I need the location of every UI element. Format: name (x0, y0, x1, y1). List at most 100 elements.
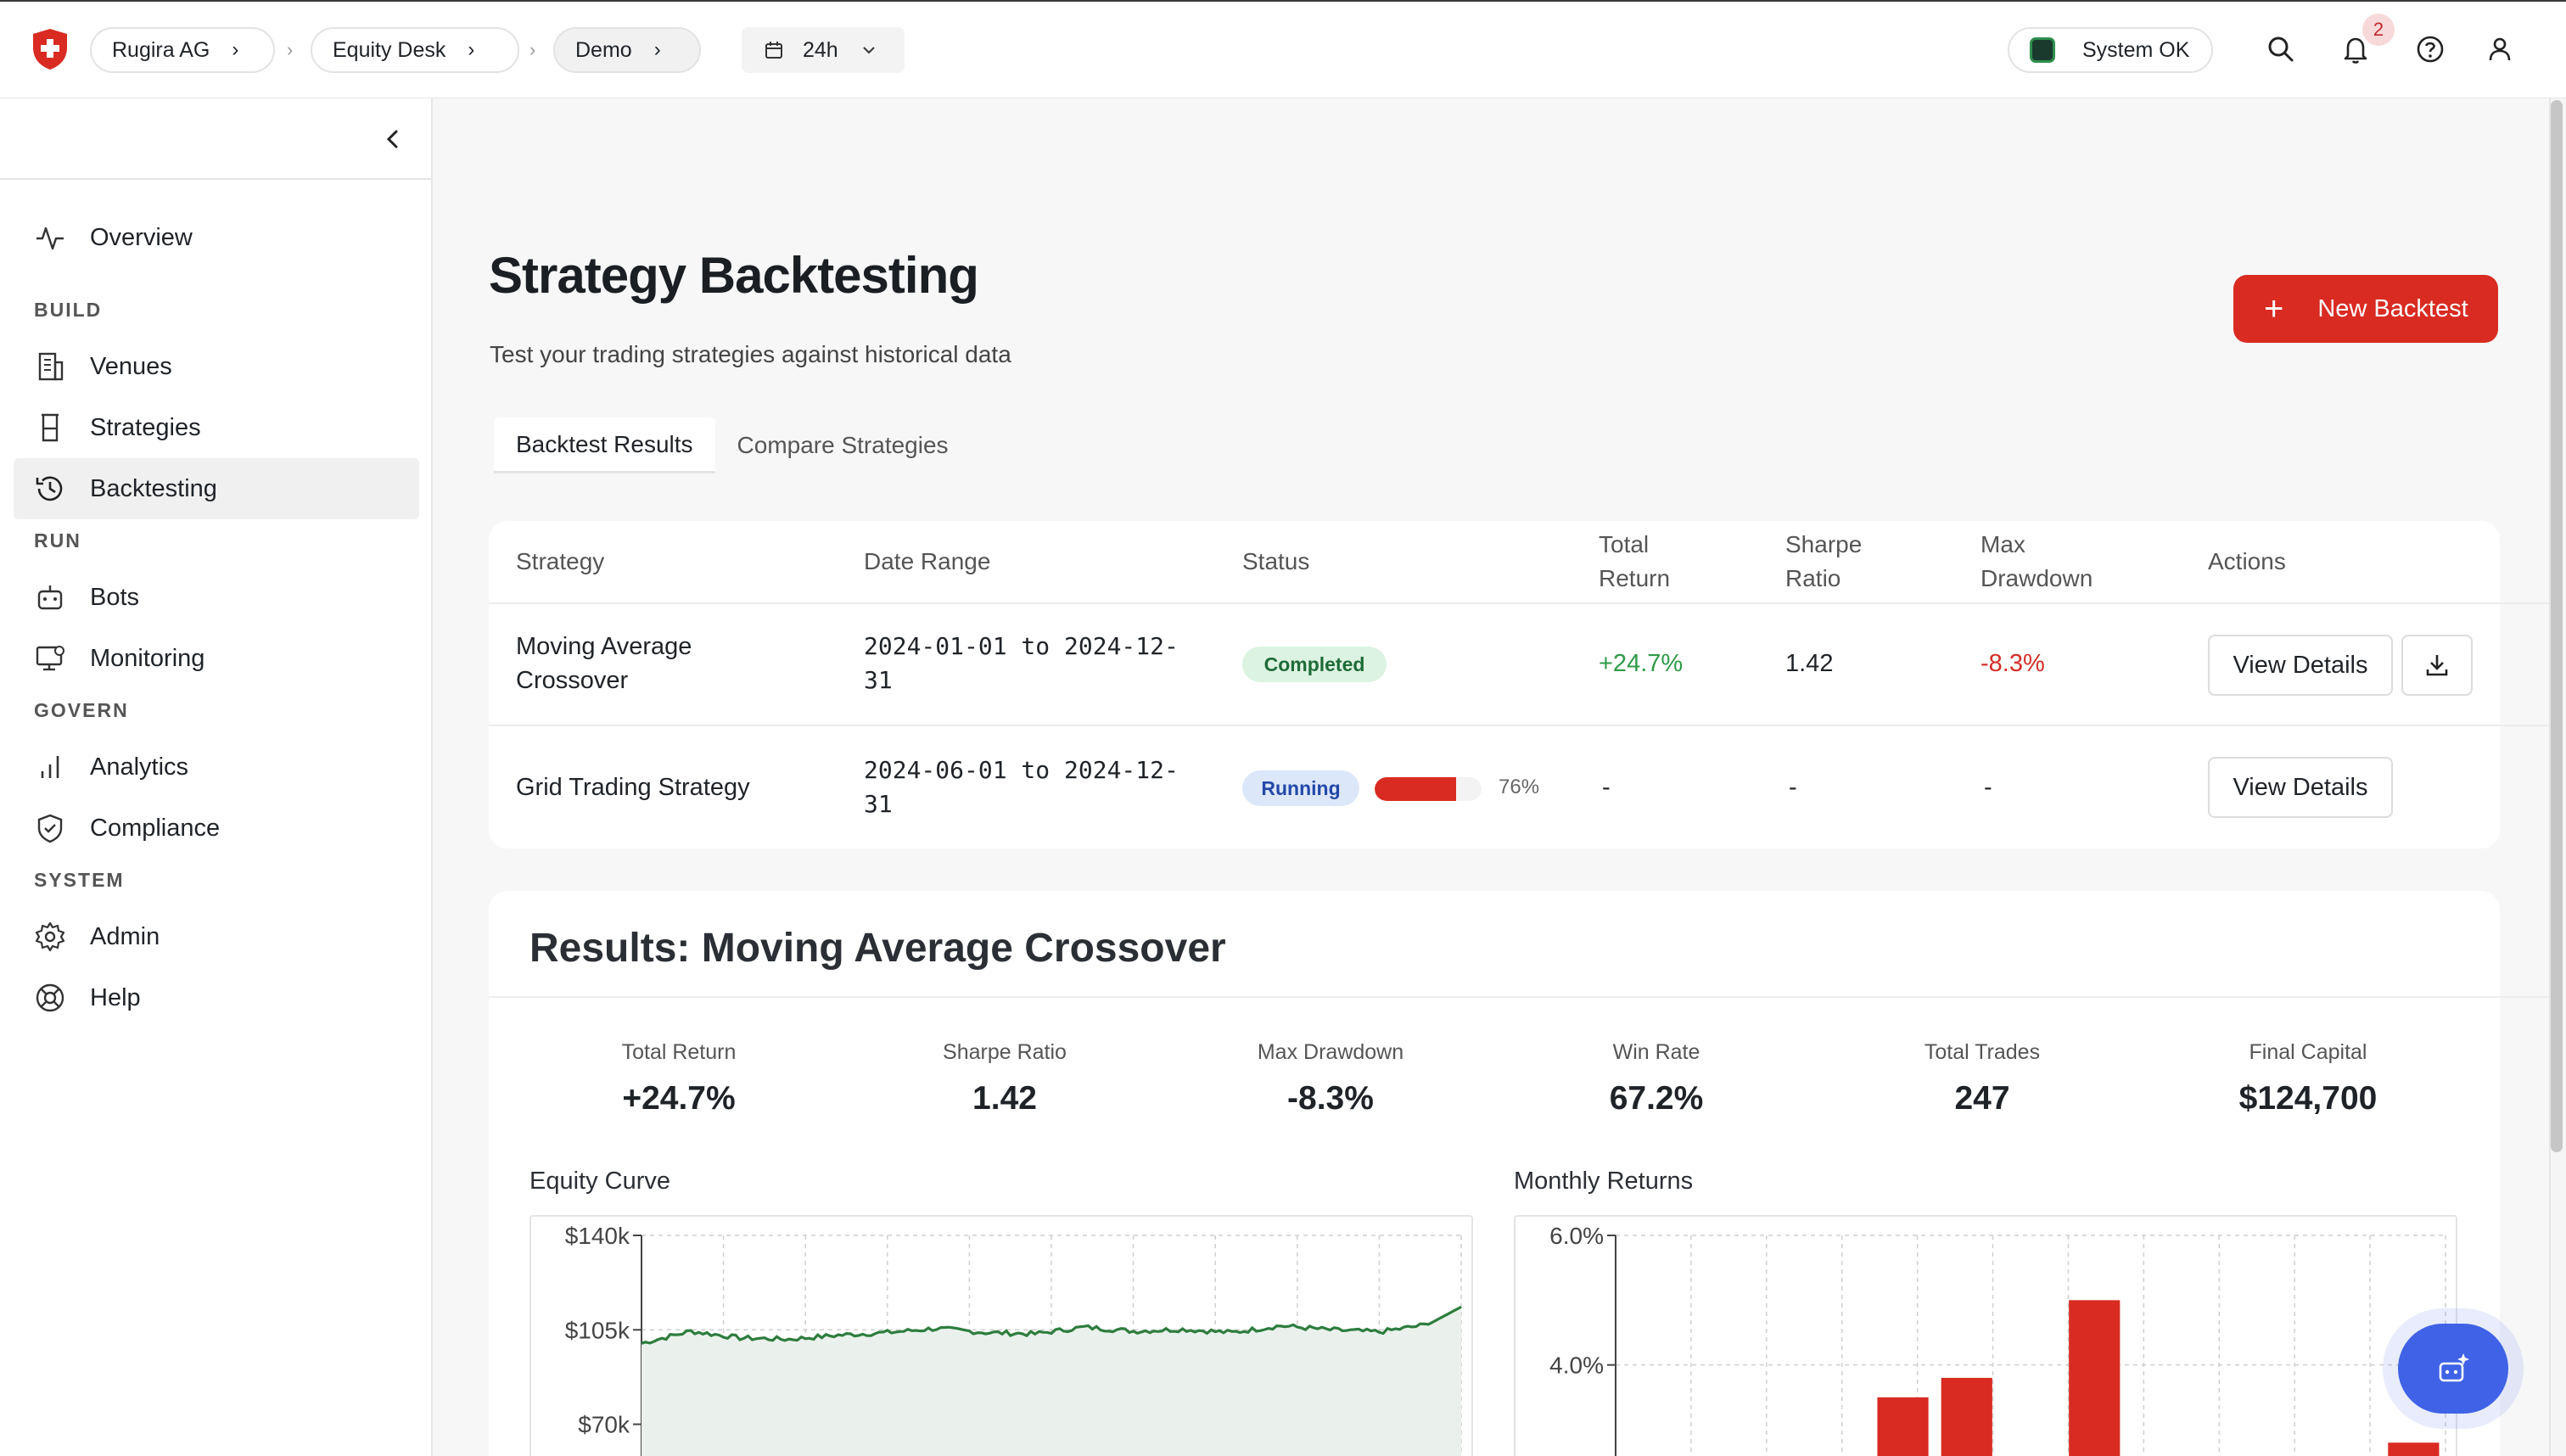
metric-value: -8.3% (1287, 1080, 1374, 1117)
column-header-line: Max (1981, 531, 2025, 557)
monthly-returns-title: Monthly Returns (1514, 1168, 1694, 1195)
metric-value: 247 (1954, 1080, 2010, 1117)
breadcrumb-desk[interactable]: Equity Desk › (311, 27, 519, 73)
sidebar-item-monitoring[interactable]: Monitoring (14, 628, 419, 689)
metric-value: 67.2% (1609, 1080, 1704, 1117)
sidebar-item-label: Bots (90, 583, 140, 611)
metric-win-rate: Win Rate 67.2% (1529, 1040, 1784, 1117)
scrollbar-thumb[interactable] (2551, 100, 2563, 1152)
shield-logo-icon[interactable] (31, 27, 70, 71)
sidebar-item-analytics[interactable]: Analytics (14, 736, 419, 798)
equity-curve-chart: $140k $105k $70k (529, 1215, 1473, 1456)
metric-total-trades: Total Trades 247 (1855, 1040, 2109, 1117)
row-divider (489, 602, 2551, 604)
column-header-line: Drawdown (1981, 565, 2093, 591)
column-header-actions: Actions (2208, 548, 2286, 574)
chevron-down-icon (863, 47, 875, 54)
sidebar-header (0, 98, 431, 180)
column-header-sharpe: Sharpe Ratio (1785, 528, 1862, 596)
date-range-line: 31 (864, 790, 893, 818)
sidebar-item-admin[interactable]: Admin (14, 906, 419, 967)
section-govern: GOVERN (34, 699, 129, 721)
gear-icon (35, 921, 65, 952)
assistant-fab-button[interactable] (2398, 1324, 2508, 1414)
sharpe-value: 1.42 (1785, 650, 1834, 677)
breadcrumb-org-label: Rugira AG (112, 37, 210, 62)
breadcrumb-env[interactable]: Demo › (553, 27, 701, 73)
new-backtest-button[interactable]: + New Backtest (2233, 275, 2498, 343)
progress-fill (1375, 777, 1456, 801)
sidebar-item-label: Analytics (90, 753, 189, 781)
chevron-left-icon[interactable] (380, 124, 406, 154)
sidebar-item-bots[interactable]: Bots (14, 567, 419, 628)
search-icon[interactable] (2266, 34, 2296, 64)
metric-label: Final Capital (2249, 1040, 2367, 1064)
view-details-button[interactable]: View Details (2208, 635, 2393, 696)
chevron-right-icon: › (232, 38, 239, 61)
metric-total-return: Total Return +24.7% (552, 1040, 806, 1117)
help-circle-icon[interactable] (2415, 34, 2446, 64)
sharpe-value: - (1789, 774, 1797, 801)
strategy-name: Grid Trading Strategy (516, 774, 750, 801)
y-tick-label: $105k (565, 1317, 630, 1343)
metric-sharpe-ratio: Sharpe Ratio 1.42 (877, 1040, 1132, 1117)
life-buoy-icon (36, 983, 64, 1012)
sidebar-item-label: Help (90, 983, 141, 1011)
divider (489, 996, 2551, 998)
monthly-bar (2388, 1442, 2440, 1456)
monthly-bar (1941, 1377, 1992, 1456)
monthly-bar (1877, 1397, 1929, 1456)
sidebar-item-venues[interactable]: Venues (14, 336, 419, 397)
breadcrumb-env-label: Demo (575, 37, 632, 62)
sidebar-item-overview[interactable]: Overview (14, 207, 419, 268)
sidebar: Overview BUILD Venues Strategies Backtes… (0, 98, 433, 1456)
sidebar-item-strategies[interactable]: Strategies (14, 397, 419, 458)
section-system: SYSTEM (34, 869, 125, 891)
equity-curve-title: Equity Curve (529, 1168, 671, 1195)
metric-final-capital: Final Capital $124,700 (2181, 1040, 2435, 1117)
metric-label: Total Trades (1924, 1040, 2041, 1064)
download-button[interactable] (2401, 635, 2473, 696)
download-icon (2426, 655, 2448, 676)
metric-label: Max Drawdown (1257, 1040, 1404, 1064)
status-indicator-icon (2030, 37, 2055, 63)
strategy-name: Moving Average Crossover (516, 630, 692, 697)
column-header-line: Total (1599, 531, 1650, 557)
flask-icon (42, 413, 59, 442)
row-divider (489, 725, 2551, 726)
time-range-select[interactable]: 24h (742, 27, 905, 73)
tab-backtest-results[interactable]: Backtest Results (494, 417, 715, 473)
sidebar-item-backtesting[interactable]: Backtesting (14, 458, 419, 519)
user-icon[interactable] (2485, 34, 2515, 64)
y-tick-label: $140k (565, 1223, 630, 1249)
column-header-line: Sharpe (1785, 531, 1863, 557)
column-header-strategy: Strategy (516, 548, 605, 574)
new-backtest-label: New Backtest (2317, 294, 2468, 322)
view-details-button[interactable]: View Details (2208, 757, 2393, 818)
date-range: 2024-01-01 to 2024-12- 31 (864, 630, 1179, 697)
date-range-line: 2024-01-01 to 2024-12- (864, 632, 1179, 660)
system-status-label: System OK (2082, 37, 2190, 62)
chevron-right-icon: › (468, 38, 475, 61)
column-header-status: Status (1242, 548, 1310, 574)
drawdown-value: -8.3% (1981, 650, 2045, 677)
monthly-bar (2069, 1300, 2121, 1456)
breadcrumb-org[interactable]: Rugira AG › (90, 27, 275, 73)
system-status[interactable]: System OK (2008, 27, 2213, 73)
metric-max-drawdown: Max Drawdown -8.3% (1203, 1040, 1458, 1117)
y-tick-label: $70k (578, 1412, 630, 1438)
column-header-line: Return (1599, 565, 1671, 591)
metric-label: Win Rate (1612, 1040, 1700, 1064)
sidebar-item-label: Backtesting (90, 474, 217, 502)
time-range-value: 24h (803, 37, 838, 62)
building-icon (38, 352, 64, 381)
y-tick-label: 6.0% (1549, 1223, 1604, 1249)
drawdown-value: - (1984, 774, 1992, 801)
tab-bar: Backtest Results Compare Strategies (494, 417, 971, 477)
tab-compare-strategies[interactable]: Compare Strategies (715, 417, 971, 473)
sidebar-item-label: Overview (90, 223, 193, 251)
section-build: BUILD (34, 299, 103, 321)
results-panel: Results: Moving Average Crossover Total … (489, 891, 2551, 1456)
sidebar-item-compliance[interactable]: Compliance (14, 798, 419, 859)
sidebar-item-help[interactable]: Help (14, 967, 419, 1028)
